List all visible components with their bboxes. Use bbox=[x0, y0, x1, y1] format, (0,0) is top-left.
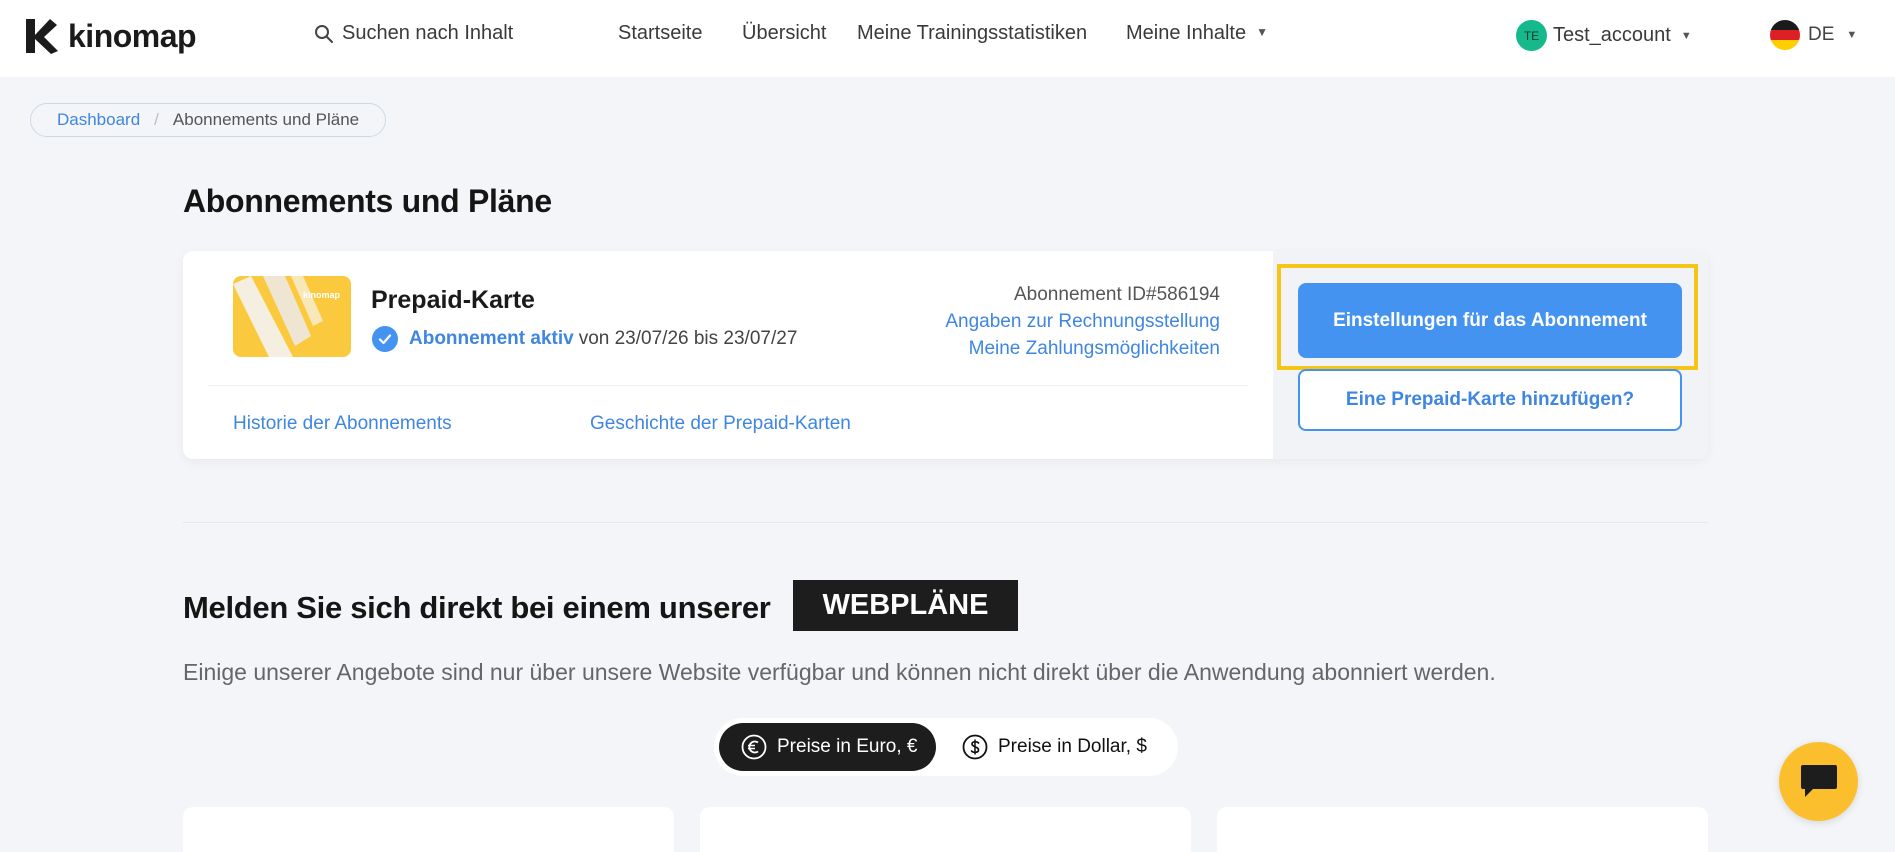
card-brand-text: kinomap bbox=[303, 290, 341, 300]
payment-options-link[interactable]: Meine Zahlungsmöglichkeiten bbox=[945, 335, 1220, 362]
breadcrumb-current: Abonnements und Pläne bbox=[172, 110, 360, 129]
search-bar[interactable] bbox=[314, 22, 592, 45]
currency-dollar-label: Preise in Dollar, $ bbox=[998, 736, 1147, 757]
dollar-coin-icon bbox=[962, 734, 988, 760]
billing-details-link[interactable]: Angaben zur Rechnungsstellung bbox=[945, 308, 1220, 335]
logo-text: kinomap bbox=[68, 17, 197, 54]
currency-euro-label: Preise in Euro, € bbox=[777, 736, 918, 757]
nav-uebersicht[interactable]: Übersicht bbox=[742, 22, 826, 45]
subscription-id: Abonnement ID#586194 bbox=[1014, 284, 1220, 305]
euro-coin-icon bbox=[741, 734, 767, 760]
kinomap-logo[interactable]: kinomap bbox=[24, 17, 197, 55]
plan-card[interactable] bbox=[1217, 807, 1708, 852]
currency-dollar-option[interactable]: Preise in Dollar, $ bbox=[962, 723, 1147, 771]
check-circle-icon bbox=[372, 326, 398, 352]
status-active-label: Abonnement aktiv bbox=[409, 328, 574, 349]
subscription-info: Abonnement ID#586194 Angaben zur Rechnun… bbox=[945, 281, 1220, 362]
highlight-frame bbox=[1277, 264, 1698, 370]
add-prepaid-card-button[interactable]: Eine Prepaid-Karte hinzufügen? bbox=[1298, 369, 1682, 431]
plan-name: Prepaid-Karte bbox=[371, 286, 535, 314]
account-name: Test_account bbox=[1553, 24, 1671, 46]
germany-flag-icon bbox=[1770, 20, 1800, 50]
breadcrumb-separator: / bbox=[154, 110, 159, 129]
currency-toggle: Preise in Euro, € Preise in Dollar, $ bbox=[714, 718, 1178, 776]
top-header: kinomap Startseite Übersicht Meine Train… bbox=[0, 0, 1895, 77]
nav-label: Übersicht bbox=[742, 22, 827, 44]
breadcrumb-dashboard[interactable]: Dashboard bbox=[57, 110, 140, 130]
section-divider bbox=[183, 522, 1708, 523]
nav-trainingsstatistiken[interactable]: Meine Trainingsstatistiken bbox=[857, 22, 1087, 45]
prepaid-card-image: kinomap bbox=[233, 276, 351, 357]
subscription-history-link[interactable]: Historie der Abonnements bbox=[233, 413, 452, 435]
prepaid-history-link[interactable]: Geschichte der Prepaid-Karten bbox=[590, 413, 851, 435]
webplans-badge: WEBPLÄNE bbox=[793, 580, 1018, 631]
plan-card[interactable] bbox=[700, 807, 1191, 852]
caret-down-icon: ▼ bbox=[1846, 29, 1858, 41]
nav-startseite[interactable]: Startseite bbox=[618, 22, 702, 45]
prepaid-card-graphic: kinomap bbox=[233, 276, 351, 357]
breadcrumb: Dashboard / Abonnements und Pläne bbox=[30, 103, 387, 137]
chat-bubble-icon bbox=[1800, 764, 1837, 797]
account-menu[interactable]: TE Test_account ▼ bbox=[1516, 20, 1692, 51]
avatar: TE bbox=[1516, 20, 1547, 51]
language-code: DE bbox=[1808, 24, 1835, 45]
caret-down-icon: ▼ bbox=[1256, 25, 1268, 39]
caret-down-icon: ▼ bbox=[1680, 29, 1692, 42]
nav-label: Startseite bbox=[618, 22, 703, 44]
webplans-description: Einige unserer Angebote sind nur über un… bbox=[183, 659, 1496, 685]
search-icon bbox=[315, 24, 333, 43]
page-title: Abonnements und Pläne bbox=[183, 183, 552, 219]
subscription-status: Abonnement aktiv von 23/07/26 bis 23/07/… bbox=[371, 325, 797, 353]
card-divider bbox=[208, 385, 1248, 386]
currency-euro-option[interactable]: Preise in Euro, € bbox=[719, 723, 936, 771]
webplans-title: Melden Sie sich direkt bei einem unserer bbox=[183, 590, 771, 625]
chat-button[interactable] bbox=[1779, 742, 1858, 821]
plan-card[interactable] bbox=[183, 807, 674, 852]
nav-meine-inhalte-dropdown[interactable]: Meine Inhalte ▼ bbox=[1126, 22, 1268, 45]
language-selector[interactable]: DE ▼ bbox=[1770, 20, 1857, 50]
kinomap-logo-icon bbox=[26, 19, 58, 54]
search-input[interactable] bbox=[342, 22, 592, 45]
nav-label: Meine Inhalte bbox=[1126, 22, 1247, 44]
nav-label: Meine Trainingsstatistiken bbox=[857, 22, 1088, 44]
status-dates: von 23/07/26 bis 23/07/27 bbox=[578, 328, 798, 349]
